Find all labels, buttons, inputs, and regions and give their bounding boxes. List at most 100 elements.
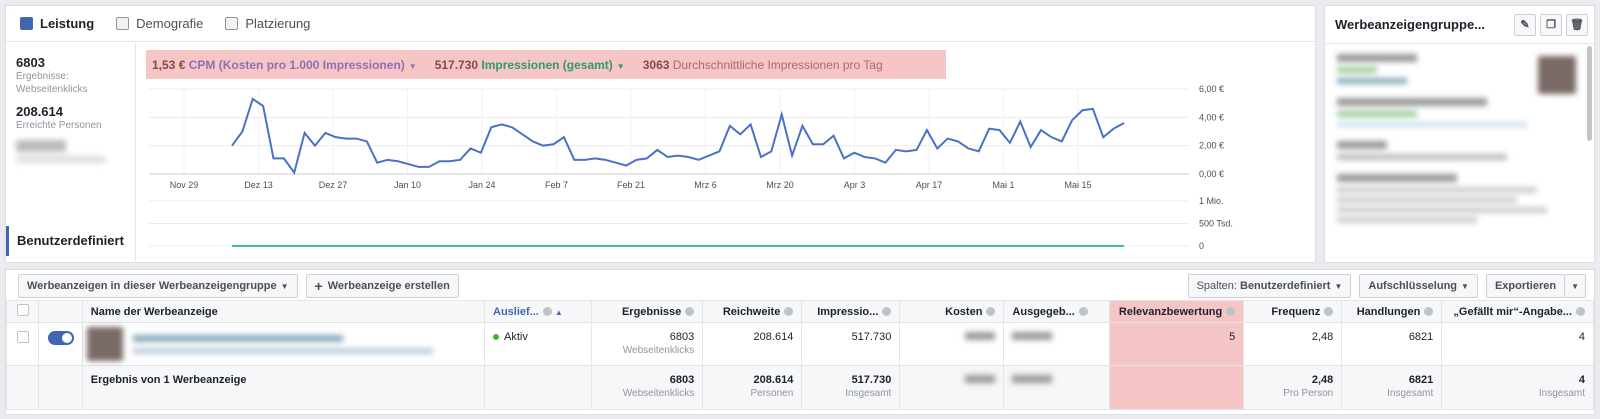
y-tick-label: 0,00 €: [1199, 169, 1224, 179]
col-label: Ausgegeb...: [1012, 305, 1075, 318]
ad-thumbnail: [1538, 56, 1576, 94]
summary-value: 517.730: [851, 374, 892, 386]
y-tick-label: 500 Tsd.: [1199, 219, 1233, 229]
ads-table-panel: Werbeanzeigen in dieser Werbeanzeigengru…: [5, 269, 1595, 415]
col-likes[interactable]: „Gefällt mir“-Angabe...: [1441, 300, 1594, 323]
summary-impressions: 517.730 Insgesamt: [801, 365, 901, 410]
row-toggle-cell: [38, 322, 83, 366]
x-tick-label: Mrz 20: [766, 180, 794, 190]
results-value: 6803: [16, 55, 45, 70]
summary-row: Ergebnis von 1 Werbeanzeige 6803 Webseite…: [5, 365, 1594, 410]
col-frequency[interactable]: Frequenz: [1243, 300, 1343, 323]
duplicate-icon[interactable]: ❐: [1540, 13, 1562, 36]
cost-cell: [899, 322, 1005, 366]
summary-value: 6803: [669, 374, 695, 386]
scrollbar[interactable]: [1587, 46, 1592, 141]
performance-panel: Leistung Demografie Platzierung 6803 Erg…: [5, 5, 1316, 263]
impressions-cell: 517.730: [801, 322, 901, 366]
adset-title: Werbeanzeigengruppe...: [1335, 17, 1486, 32]
ad-name-blurred: [132, 334, 433, 354]
metrics-sidebar: 6803 Ergebnisse: Webseitenklicks 208.614…: [6, 43, 136, 263]
results-cell: 6803 Webseitenklicks: [591, 322, 704, 366]
info-icon: [1226, 307, 1236, 317]
delivery-cell: Aktiv: [483, 322, 593, 366]
col-label: Reichweite: [722, 305, 781, 318]
x-tick-label: Dez 27: [319, 180, 348, 190]
breakdown-dropdown[interactable]: Aufschlüsselung ▼: [1359, 274, 1478, 298]
tab-leistung[interactable]: Leistung: [20, 16, 94, 31]
summary-empty: [38, 365, 83, 410]
export-button[interactable]: Exportieren: [1485, 274, 1566, 298]
summary-value: 208.614: [753, 374, 794, 386]
button-label: Aufschlüsselung: [1368, 280, 1458, 292]
adset-panel: Werbeanzeigengruppe... ✎ ❐ 🗑: [1324, 5, 1595, 263]
metric-impressions[interactable]: 517.730 Impressionen (gesamt) ▼: [435, 58, 625, 72]
summary-actions: 6821 Insgesamt: [1341, 365, 1443, 410]
button-label: Exportieren: [1494, 280, 1557, 292]
col-name[interactable]: Name der Werbeanzeige: [81, 300, 486, 323]
metric-value: 1,53 €: [152, 57, 186, 72]
col-cost[interactable]: Kosten: [899, 300, 1005, 323]
button-label: Benutzerdefiniert: [1240, 280, 1331, 292]
cpm-series-line: [231, 97, 1125, 175]
custom-metric-selector[interactable]: Benutzerdefiniert: [6, 226, 136, 256]
tab-label: Demografie: [136, 16, 204, 31]
col-results[interactable]: Ergebnisse: [591, 300, 704, 323]
summary-sub: Pro Person: [1283, 388, 1334, 399]
bar-chart-icon: [20, 17, 33, 30]
columns-dropdown[interactable]: Spalten: Benutzerdefiniert ▼: [1187, 274, 1352, 298]
trash-icon[interactable]: 🗑: [1566, 13, 1588, 36]
cost-blurred: [965, 332, 996, 340]
col-delivery[interactable]: Auslief... ▲: [483, 300, 593, 323]
spent-cell: [1003, 322, 1110, 366]
info-icon: [1078, 307, 1088, 317]
table-toolbar: Werbeanzeigen in dieser Werbeanzeigengru…: [6, 270, 1594, 302]
col-label: Handlungen: [1356, 305, 1421, 318]
row-checkbox[interactable]: [16, 331, 29, 343]
x-tick-label: Mai 1: [992, 180, 1014, 190]
col-label: Kosten: [945, 305, 983, 318]
button-prefix: Spalten:: [1196, 280, 1237, 292]
ad-filter-dropdown[interactable]: Werbeanzeigen in dieser Werbeanzeigengru…: [18, 274, 298, 298]
y-tick-label: 6,00 €: [1199, 84, 1224, 94]
create-ad-button[interactable]: + Werbeanzeige erstellen: [305, 274, 459, 298]
tab-demografie[interactable]: Demografie: [116, 16, 203, 31]
results-value: 6803: [669, 331, 695, 343]
caret-down-icon: ▼: [408, 61, 417, 71]
info-icon: [986, 307, 996, 317]
metric-value: 3063: [642, 57, 670, 72]
cost-blurred: [965, 375, 996, 383]
info-icon: [882, 307, 892, 317]
summary-sub: Insgesamt: [1538, 388, 1585, 399]
tab-bar: Leistung Demografie Platzierung: [6, 6, 1315, 42]
tab-platzierung[interactable]: Platzierung: [225, 16, 310, 31]
summary-sub: Insgesamt: [845, 388, 892, 399]
performance-chart: 6,00 € 4,00 € 2,00 € 0,00 € Nov 29 Dez 13 Dez …: [149, 84, 1233, 251]
metric-value: 517.730: [434, 57, 479, 72]
ad-status-toggle[interactable]: [47, 331, 74, 345]
ad-thumbnail: [86, 327, 123, 361]
info-icon: [784, 307, 794, 317]
button-label: Werbeanzeige erstellen: [327, 280, 450, 292]
x-tick-label: Jan 24: [468, 180, 495, 190]
metric-cpm[interactable]: 1,53 € CPM (Kosten pro 1.000 Impressione…: [152, 58, 417, 72]
x-tick-label: Apr 3: [844, 180, 866, 190]
select-all-checkbox[interactable]: [16, 304, 29, 316]
export-options-button[interactable]: ▼: [1565, 274, 1586, 298]
people-icon: [116, 17, 130, 30]
results-label: Ergebnisse: Webseitenklicks: [16, 71, 88, 95]
col-spent[interactable]: Ausgegeb...: [1003, 300, 1110, 323]
col-relevance[interactable]: Relevanzbewertung: [1108, 300, 1245, 323]
info-icon: [1576, 307, 1585, 317]
spent-blurred: [1012, 375, 1053, 383]
pencil-icon[interactable]: ✎: [1514, 13, 1536, 36]
delivery-status: Aktiv: [504, 331, 528, 343]
col-actions[interactable]: Handlungen: [1341, 300, 1443, 323]
metric-label: CPM (Kosten pro 1.000 Impressionen): [188, 57, 405, 72]
ad-name-cell[interactable]: [81, 322, 486, 366]
summary-empty: [5, 365, 40, 410]
col-impressions[interactable]: Impressio...: [801, 300, 901, 323]
col-reach[interactable]: Reichweite: [702, 300, 803, 323]
col-label: Frequenz: [1271, 305, 1321, 318]
summary-spent: [1003, 365, 1110, 410]
